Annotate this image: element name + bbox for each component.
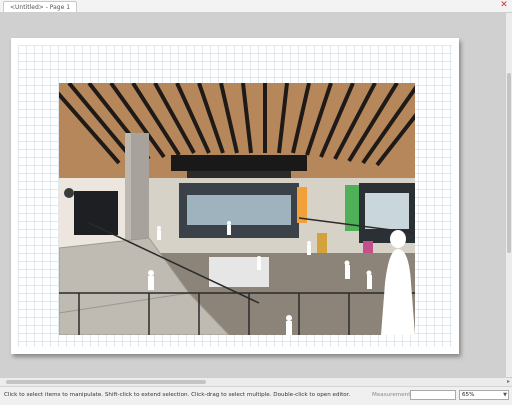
atrium-rendering [59,83,415,335]
zoom-select[interactable]: 65% ▼ [459,390,509,400]
layout-canvas[interactable] [0,13,505,377]
layout-app-window: <Untitled> - Page 1 ✕ ▸ Click to select … [0,0,512,405]
measurements-label: Measurements [372,392,414,398]
rendered-image-viewport[interactable] [59,83,415,335]
document-tab-strip: <Untitled> - Page 1 ✕ [0,0,512,13]
document-tab[interactable]: <Untitled> - Page 1 [3,1,78,12]
close-icon[interactable]: ✕ [499,0,509,11]
horizontal-scroll-thumb[interactable] [6,380,206,384]
layout-page[interactable] [11,38,459,354]
measurements-field[interactable] [410,390,456,400]
vertical-scrollbar[interactable] [505,13,512,377]
horizontal-scrollbar[interactable]: ▸ [0,377,512,386]
status-message: Click to select items to manipulate. Shi… [4,392,351,398]
scroll-right-arrow-icon[interactable]: ▸ [507,378,510,386]
zoom-value: 65% [462,392,475,398]
status-bar: Click to select items to manipulate. Shi… [0,386,512,405]
chevron-down-icon[interactable]: ▼ [503,391,507,399]
vertical-scroll-thumb[interactable] [507,73,511,253]
